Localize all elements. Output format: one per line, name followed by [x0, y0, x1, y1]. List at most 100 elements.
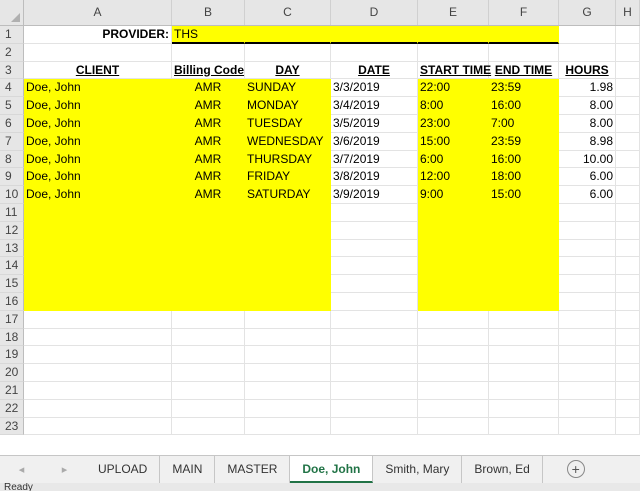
cell[interactable]: [245, 239, 331, 258]
row-number[interactable]: 4: [0, 79, 24, 98]
provider-label[interactable]: PROVIDER:: [24, 26, 172, 44]
cell-client[interactable]: Doe, John: [24, 132, 172, 151]
cell-day[interactable]: SUNDAY: [245, 79, 331, 98]
cell-hours[interactable]: 6.00: [559, 186, 616, 204]
cell[interactable]: [559, 26, 616, 44]
cell-hours[interactable]: 6.00: [559, 168, 616, 187]
row-number[interactable]: 20: [0, 364, 24, 382]
cell-date[interactable]: 3/5/2019: [331, 114, 418, 133]
cell-client[interactable]: Doe, John: [24, 186, 172, 204]
cell[interactable]: [418, 275, 489, 293]
cell[interactable]: [559, 43, 616, 62]
cell[interactable]: [559, 203, 616, 222]
cell[interactable]: [172, 257, 245, 276]
row-number[interactable]: 15: [0, 275, 24, 293]
cell[interactable]: [24, 239, 172, 258]
cell[interactable]: [331, 417, 418, 436]
cell[interactable]: [418, 239, 489, 258]
cell[interactable]: [489, 203, 559, 222]
row-number[interactable]: 5: [0, 97, 24, 115]
end-header[interactable]: END TIME: [489, 61, 559, 80]
start-header[interactable]: START TIME: [418, 61, 491, 80]
cell[interactable]: [616, 97, 640, 115]
cell-hours[interactable]: 8.00: [559, 114, 616, 133]
cell[interactable]: [245, 399, 331, 418]
cell[interactable]: [331, 346, 418, 365]
cell[interactable]: [331, 381, 418, 400]
client-header[interactable]: CLIENT: [24, 61, 172, 80]
cell-date[interactable]: 3/7/2019: [331, 150, 418, 169]
provider-value[interactable]: THS: [172, 26, 245, 44]
cell[interactable]: [616, 364, 640, 382]
cell-end[interactable]: 23:59: [489, 132, 559, 151]
cell-start[interactable]: 22:00: [418, 79, 489, 98]
cell-billing[interactable]: AMR: [172, 97, 245, 115]
cell[interactable]: [616, 114, 640, 133]
cell[interactable]: [559, 417, 616, 436]
cell-date[interactable]: 3/9/2019: [331, 186, 418, 204]
cell[interactable]: [245, 364, 331, 382]
cell-billing[interactable]: AMR: [172, 168, 245, 187]
cell[interactable]: [559, 257, 616, 276]
cell[interactable]: [24, 381, 172, 400]
cell[interactable]: [616, 221, 640, 240]
cell[interactable]: [616, 186, 640, 204]
row-number[interactable]: 16: [0, 292, 24, 311]
cell[interactable]: [489, 310, 559, 329]
cell-date[interactable]: 3/4/2019: [331, 97, 418, 115]
sheet-tab[interactable]: Smith, Mary: [373, 456, 463, 483]
sheet-tab[interactable]: UPLOAD: [86, 456, 161, 483]
provider-fill[interactable]: [331, 26, 418, 44]
cell-day[interactable]: MONDAY: [245, 97, 331, 115]
cell[interactable]: [245, 257, 331, 276]
cell-end[interactable]: 15:00: [489, 186, 559, 204]
cell[interactable]: [418, 292, 489, 311]
cell[interactable]: [616, 203, 640, 222]
cell-start[interactable]: 9:00: [418, 186, 489, 204]
cell[interactable]: [418, 399, 489, 418]
cell[interactable]: [172, 399, 245, 418]
cell[interactable]: [616, 275, 640, 293]
cell[interactable]: [245, 221, 331, 240]
cell[interactable]: [24, 310, 172, 329]
row-number[interactable]: 11: [0, 203, 24, 222]
cell[interactable]: [559, 239, 616, 258]
cell[interactable]: [418, 203, 489, 222]
cell-client[interactable]: Doe, John: [24, 97, 172, 115]
column-header-f[interactable]: F: [489, 0, 559, 25]
cell[interactable]: [489, 292, 559, 311]
cell[interactable]: [489, 328, 559, 347]
cell[interactable]: [245, 43, 331, 62]
cell[interactable]: [24, 221, 172, 240]
cell[interactable]: [24, 275, 172, 293]
cell[interactable]: [24, 364, 172, 382]
cell[interactable]: [418, 257, 489, 276]
cell[interactable]: [331, 239, 418, 258]
column-header-h[interactable]: H: [616, 0, 640, 25]
cell-end[interactable]: 18:00: [489, 168, 559, 187]
cell[interactable]: [24, 257, 172, 276]
cell[interactable]: [172, 328, 245, 347]
cell[interactable]: [616, 239, 640, 258]
cell[interactable]: [489, 381, 559, 400]
cell[interactable]: [489, 221, 559, 240]
prev-sheet-icon[interactable]: ◂: [19, 463, 25, 476]
cell[interactable]: [172, 381, 245, 400]
column-header-d[interactable]: D: [331, 0, 418, 25]
cell-start[interactable]: 12:00: [418, 168, 489, 187]
cell-billing[interactable]: AMR: [172, 132, 245, 151]
column-header-g[interactable]: G: [559, 0, 616, 25]
cell[interactable]: [331, 328, 418, 347]
cell[interactable]: [245, 328, 331, 347]
cell[interactable]: [172, 239, 245, 258]
cell-hours[interactable]: 8.98: [559, 132, 616, 151]
cell[interactable]: [172, 346, 245, 365]
cell[interactable]: [616, 26, 640, 44]
row-number[interactable]: 6: [0, 114, 24, 133]
row-number[interactable]: 9: [0, 168, 24, 187]
cell-start[interactable]: 6:00: [418, 150, 489, 169]
row-number[interactable]: 8: [0, 150, 24, 169]
cell[interactable]: [559, 346, 616, 365]
cell[interactable]: [418, 346, 489, 365]
cell-billing[interactable]: AMR: [172, 79, 245, 98]
